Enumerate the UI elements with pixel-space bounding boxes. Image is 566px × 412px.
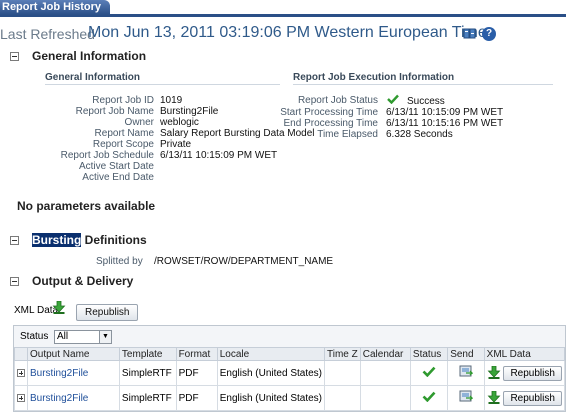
column-header[interactable]: Status <box>409 347 449 361</box>
column-header[interactable]: Send <box>447 347 485 361</box>
status-filter-label: Status <box>20 331 49 342</box>
status-cell <box>409 360 449 386</box>
field-label: Report Job Schedule <box>60 150 154 161</box>
output-name-link[interactable]: Bursting2File <box>30 393 88 404</box>
tab-report-job-history[interactable]: Report Job History <box>0 0 110 15</box>
status-filter-value: All <box>57 331 69 342</box>
timezone-cell <box>324 360 361 386</box>
column-header[interactable]: XML Data <box>483 347 565 361</box>
column-header[interactable]: Format <box>175 347 218 361</box>
template-cell: SimpleRTF <box>118 385 177 411</box>
success-check-icon <box>422 391 436 403</box>
row-expand-cell <box>14 385 28 411</box>
field-value: Private <box>160 139 192 150</box>
output-section-title: Output & Delivery <box>32 274 134 288</box>
splitted-by-label: Splitted by <box>96 256 143 267</box>
help-icon[interactable]: ? <box>482 27 496 41</box>
exec-label: Time Elapsed <box>317 129 378 140</box>
calendar-cell <box>359 360 411 386</box>
success-check-icon <box>387 94 399 104</box>
general-info-underline <box>45 84 280 85</box>
general-fields: Report Job ID 1019 Report Job Name Burst… <box>0 95 315 185</box>
output-table: Output Name Template Format Locale Time … <box>14 347 565 411</box>
exec-value: 6/13/11 10:15:09 PM WET <box>386 107 504 118</box>
general-section-title: General Information <box>32 49 147 63</box>
exec-value: Success <box>407 96 445 107</box>
template-cell: SimpleRTF <box>118 360 177 386</box>
splitted-by-value: /ROWSET/ROW/DEPARTMENT_NAME <box>154 256 334 267</box>
send-icon[interactable] <box>459 365 474 378</box>
status-cell <box>409 385 449 411</box>
bursting-title-rest: Definitions <box>81 233 147 247</box>
output-table-panel: Status All ▼ Output Name Template Format… <box>13 325 566 412</box>
send-icon[interactable] <box>459 390 474 403</box>
last-refreshed-label: Last Refreshed <box>0 26 95 42</box>
field-label: Active Start Date <box>78 161 154 172</box>
column-header[interactable]: Time Z <box>324 347 361 361</box>
field-label: Active End Date <box>82 172 154 183</box>
field-label: Report Job Name <box>75 106 154 117</box>
download-xml-icon[interactable] <box>52 301 66 314</box>
field-value: 6/13/11 10:15:09 PM WET <box>160 150 278 161</box>
output-collapse-toggle[interactable] <box>10 277 19 286</box>
row-expand-cell <box>14 360 28 386</box>
table-row: Bursting2File SimpleRTF PDF English (Uni… <box>14 360 565 386</box>
format-cell: PDF <box>175 385 218 411</box>
timezone-cell <box>324 385 361 411</box>
general-collapse-toggle[interactable] <box>10 52 19 61</box>
send-cell <box>447 360 485 386</box>
tab-bar: Report Job History <box>0 0 566 17</box>
row-republish-button[interactable]: Republish <box>503 390 562 406</box>
send-cell <box>447 385 485 411</box>
exec-value: 6/13/11 10:15:16 PM WET <box>386 118 504 129</box>
exec-label: End Processing Time <box>283 118 379 129</box>
no-parameters-text: No parameters available <box>17 199 156 213</box>
status-filter-row: Status All ▼ <box>14 326 565 346</box>
field-label: Owner <box>124 117 154 128</box>
format-cell: PDF <box>175 360 218 386</box>
exec-label: Report Job Status <box>297 95 378 106</box>
expand-row-icon[interactable] <box>17 368 25 377</box>
last-refreshed-value: Mon Jun 13, 2011 03:19:06 PM Western Eur… <box>88 24 487 41</box>
column-header-expand <box>14 347 28 361</box>
bursting-highlight: Bursting <box>32 233 82 247</box>
field-label: Report Scope <box>92 139 154 150</box>
field-value: Bursting2File <box>160 106 219 117</box>
field-value: weblogic <box>160 117 199 128</box>
status-filter-select[interactable]: All ▼ <box>54 330 112 344</box>
locale-cell: English (United States) <box>216 385 326 411</box>
calendar-cell <box>359 385 411 411</box>
field-label: Report Job ID <box>92 95 154 106</box>
execution-info-header: Report Job Execution Information <box>293 72 455 83</box>
download-xml-icon[interactable] <box>487 390 501 405</box>
success-check-icon <box>422 366 436 378</box>
table-row: Bursting2File SimpleRTF PDF English (Uni… <box>14 385 565 411</box>
output-name-link[interactable]: Bursting2File <box>30 368 88 379</box>
general-info-header: General Information <box>45 72 141 83</box>
column-header[interactable]: Template <box>118 347 177 361</box>
execution-fields: Report Job Status Success Start Processi… <box>280 94 566 145</box>
bursting-section-title: Bursting Definitions <box>32 233 147 247</box>
bursting-collapse-toggle[interactable] <box>10 236 19 245</box>
field-label: Report Name <box>94 128 154 139</box>
exec-value: 6.328 Seconds <box>386 129 453 140</box>
xml-data-cell: Republish <box>483 385 565 411</box>
expand-row-icon[interactable] <box>17 393 25 402</box>
refresh-bar: Last Refreshed Mon Jun 13, 2011 03:19:06… <box>0 24 566 46</box>
exec-label: Start Processing Time <box>280 107 378 118</box>
table-header-row: Output Name Template Format Locale Time … <box>14 347 565 361</box>
xml-data-cell: Republish <box>483 360 565 386</box>
refresh-icon[interactable] <box>463 27 477 41</box>
locale-cell: English (United States) <box>216 360 326 386</box>
republish-button[interactable]: Republish <box>76 304 139 321</box>
execution-info-underline <box>293 84 553 85</box>
download-xml-icon[interactable] <box>487 365 501 380</box>
column-header[interactable]: Calendar <box>359 347 411 361</box>
chevron-down-icon: ▼ <box>99 331 111 343</box>
field-value: 1019 <box>160 95 183 106</box>
column-header[interactable]: Locale <box>216 347 326 361</box>
row-republish-button[interactable]: Republish <box>503 365 562 381</box>
column-header[interactable]: Output Name <box>27 347 120 361</box>
